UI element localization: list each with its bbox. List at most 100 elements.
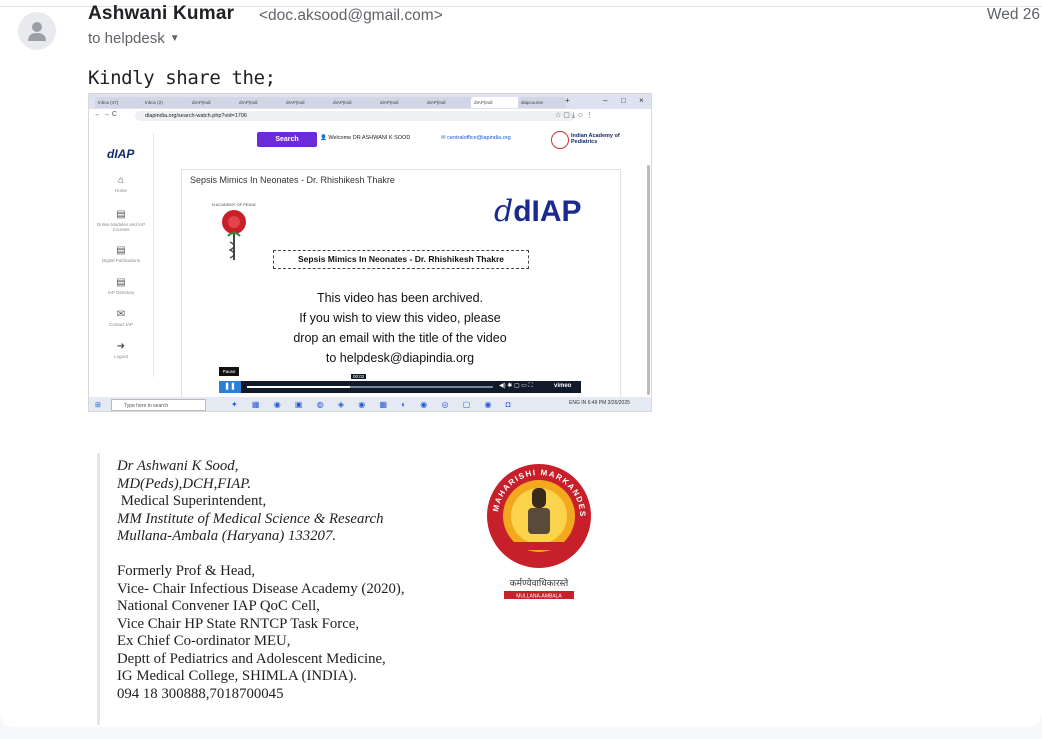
signature-block: Dr Ashwani K Sood, MD(Peds),DCH,FIAP. Me… <box>117 458 405 703</box>
video-logo-text: dIAP <box>513 195 582 228</box>
browser-tab: dIAP(Indi <box>189 97 237 108</box>
browser-tab: dIAP(Indi <box>471 97 519 108</box>
central-email-label: centraloffice@iapindia.org <box>447 135 511 141</box>
video-title: Sepsis Mimics In Neonates - Dr. Rhishike… <box>190 175 395 185</box>
envelope-icon: ✉ <box>116 309 126 320</box>
browser-tab: dIAP(Indi <box>330 97 378 108</box>
book-icon: ▤ <box>116 277 126 288</box>
diap-site: dIAP ⌂ Home ▤ Online Modules and IAP Cours… <box>89 123 651 399</box>
video-progress <box>247 386 493 388</box>
time-label: 00:02 <box>351 374 367 379</box>
video-controls: ❚❚ 00:02 ◀) ✱ ▢ ▭ ⛶ vimeo <box>219 374 581 393</box>
email-message: Ashwani Kumar <doc.aksood@gmail.com> Wed… <box>0 0 1042 727</box>
recipient-label: to helpdesk <box>88 30 165 47</box>
windows-start-icon: ⊞ <box>95 402 101 409</box>
person-icon <box>28 22 46 41</box>
nav-arrows-icon: ← → C <box>94 111 117 118</box>
sidebar-item-publications: ▤ Digital Publications <box>89 245 153 263</box>
message-body: Kindly share the; <box>88 67 276 89</box>
browser-tab: dIAP(Indi <box>377 97 425 108</box>
sender-email: <doc.aksood@gmail.com> <box>259 7 443 24</box>
archived-line: This video has been archived. <box>316 291 484 305</box>
central-office-email: ✉ centraloffice@iapindia.org <box>441 135 511 141</box>
welcome-text: 👤 Welcome DR ASHWANI K SOOD <box>320 135 411 141</box>
browser-tab-bar: Inbox (47) Inbox (2) dIAP(Indi dIAP(Indi dIA… <box>89 94 651 109</box>
system-tray: ENG IN 6:49 PM 3/26/2025 <box>569 400 630 406</box>
taskbar-search-label: Type here to search <box>124 403 169 409</box>
new-tab-icon: + <box>565 96 570 105</box>
sidebar-label: Contact IAP <box>108 322 133 327</box>
site-sidebar: dIAP ⌂ Home ▤ Online Modules and IAP Cours… <box>89 133 154 377</box>
sender-name[interactable]: Ashwani Kumar <box>88 3 234 25</box>
browser-tab: Inbox (47) <box>95 97 143 108</box>
sidebar-item-logout: ➜ Logout <box>89 341 153 359</box>
maximize-icon: □ <box>621 96 626 105</box>
sidebar-label: Logout <box>114 354 128 359</box>
archived-notice: This video has been archived. If you wis… <box>222 288 578 368</box>
iap-name: Indian Academy of Pediatrics <box>571 133 620 145</box>
archived-line: If you wish to view this video, please <box>299 311 501 325</box>
windows-taskbar: ⊞ Type here to search ✦ ▦ ◉ ▣ ◍ ◈ ◉ ▦ ◐ … <box>89 397 651 411</box>
pause-tooltip: Pause <box>219 367 239 376</box>
site-logo: dIAP <box>107 147 135 161</box>
browser-tab: diapcourse <box>518 97 566 108</box>
minimize-icon: – <box>603 96 608 105</box>
mm-university-logo: MAHARISHI MARKANDESHWAR कर्मण्येवाधिकारस… <box>484 458 591 600</box>
sidebar-label: Home <box>114 188 127 193</box>
vimeo-logo: vimeo <box>554 383 572 389</box>
page-scrollbar <box>647 165 650 395</box>
close-icon: × <box>639 96 644 105</box>
taskbar-search: Type here to search <box>111 399 206 411</box>
home-icon: ⌂ <box>117 175 125 186</box>
browser-tab: dIAP(Indi <box>424 97 472 108</box>
taskbar-app-icons: ✦ ▦ ◉ ▣ ◍ ◈ ◉ ▦ ◐ ◉ ◎ ▢ ◉ ◘ <box>231 400 517 409</box>
archived-line: to helpdesk@diapindia.org <box>325 351 475 365</box>
signature-line: Vice Chair HP State RNTCP Task Force, <box>117 615 360 632</box>
signature-line: National Convener IAP QoC Cell, <box>117 598 320 614</box>
sidebar-label: Online Modules and IAP Courses <box>96 222 146 232</box>
video-logo: ddIAP <box>494 194 582 229</box>
signature-address: Mullana-Ambala (Haryana) 133207. <box>117 528 337 544</box>
browser-tab: dIAP(Indi <box>236 97 284 108</box>
signature-phone: 094 18 300888,7018700045 <box>117 685 284 702</box>
svg-text:कर्मण्येवाधिकारस्ते: कर्मण्येवाधिकारस्ते <box>510 577 569 588</box>
signature-title: Medical Superintendent, <box>117 493 267 509</box>
player-icons: ◀) ✱ ▢ ▭ ⛶ <box>499 383 533 389</box>
recipient-details-toggle[interactable]: to helpdesk ▼ <box>88 30 180 47</box>
site-search-button: Search <box>257 132 317 147</box>
signature-line: IG Medical College, SHIMLA (INDIA). <box>117 668 357 684</box>
message-date: Wed 26 <box>986 6 1040 23</box>
signature-name: Dr Ashwani K Sood, <box>117 458 239 474</box>
tray-lang: ENG IN <box>569 400 587 406</box>
signature-line: Ex Chief Co-ordinator MEU, <box>117 633 291 649</box>
url-field: diapindia.org/search-watch.php?vid=1706 <box>135 111 575 121</box>
browser-tab: dIAP(Indi <box>283 97 331 108</box>
pause-icon: ❚❚ <box>219 381 241 393</box>
browser-tab: Inbox (2) <box>142 97 190 108</box>
book-icon: ▤ <box>116 245 126 256</box>
browser-toolbar-icons: ☆ ▢ ⤓ ☺ ⋮ <box>555 112 593 119</box>
signature-line: Vice- Chair Infectious Disease Academy (… <box>117 580 405 597</box>
video-caption: Sepsis Mimics In Neonates - Dr. Rhishike… <box>273 250 529 269</box>
attached-screenshot[interactable]: Inbox (47) Inbox (2) dIAP(Indi dIAP(Indi dIA… <box>88 93 652 412</box>
signature-institute: MM Institute of Medical Science & Resear… <box>117 510 384 527</box>
tray-time: 6:49 PM <box>587 400 607 406</box>
iap-name-line2: Pediatrics <box>571 139 598 145</box>
book-icon: ▤ <box>116 209 126 220</box>
seal-text: INDIAN ACADEMY OF PEDIATRICS <box>212 202 256 207</box>
sidebar-item-courses: ▤ Online Modules and IAP Courses <box>89 209 153 232</box>
signature-line: Formerly Prof & Head, <box>117 563 256 579</box>
signature-degrees: MD(Peds),DCH,FIAP. <box>117 475 252 492</box>
sidebar-label: Digital Publications <box>101 258 141 263</box>
tray-date: 3/26/2025 <box>607 400 630 406</box>
iap-logo-icon <box>551 131 569 149</box>
progress-fill <box>247 386 351 388</box>
sender-avatar[interactable] <box>18 12 56 50</box>
video-card: Sepsis Mimics In Neonates - Dr. Rhishike… <box>181 169 621 399</box>
sidebar-label: IAP Directory <box>107 290 135 295</box>
welcome-label: Welcome DR ASHWANI K SOOD <box>328 135 411 141</box>
archived-line: drop an email with the title of the vide… <box>293 331 507 345</box>
sidebar-item-directory: ▤ IAP Directory <box>89 277 153 295</box>
sidebar-item-home: ⌂ Home <box>89 175 153 193</box>
logout-icon: ➜ <box>116 341 126 352</box>
